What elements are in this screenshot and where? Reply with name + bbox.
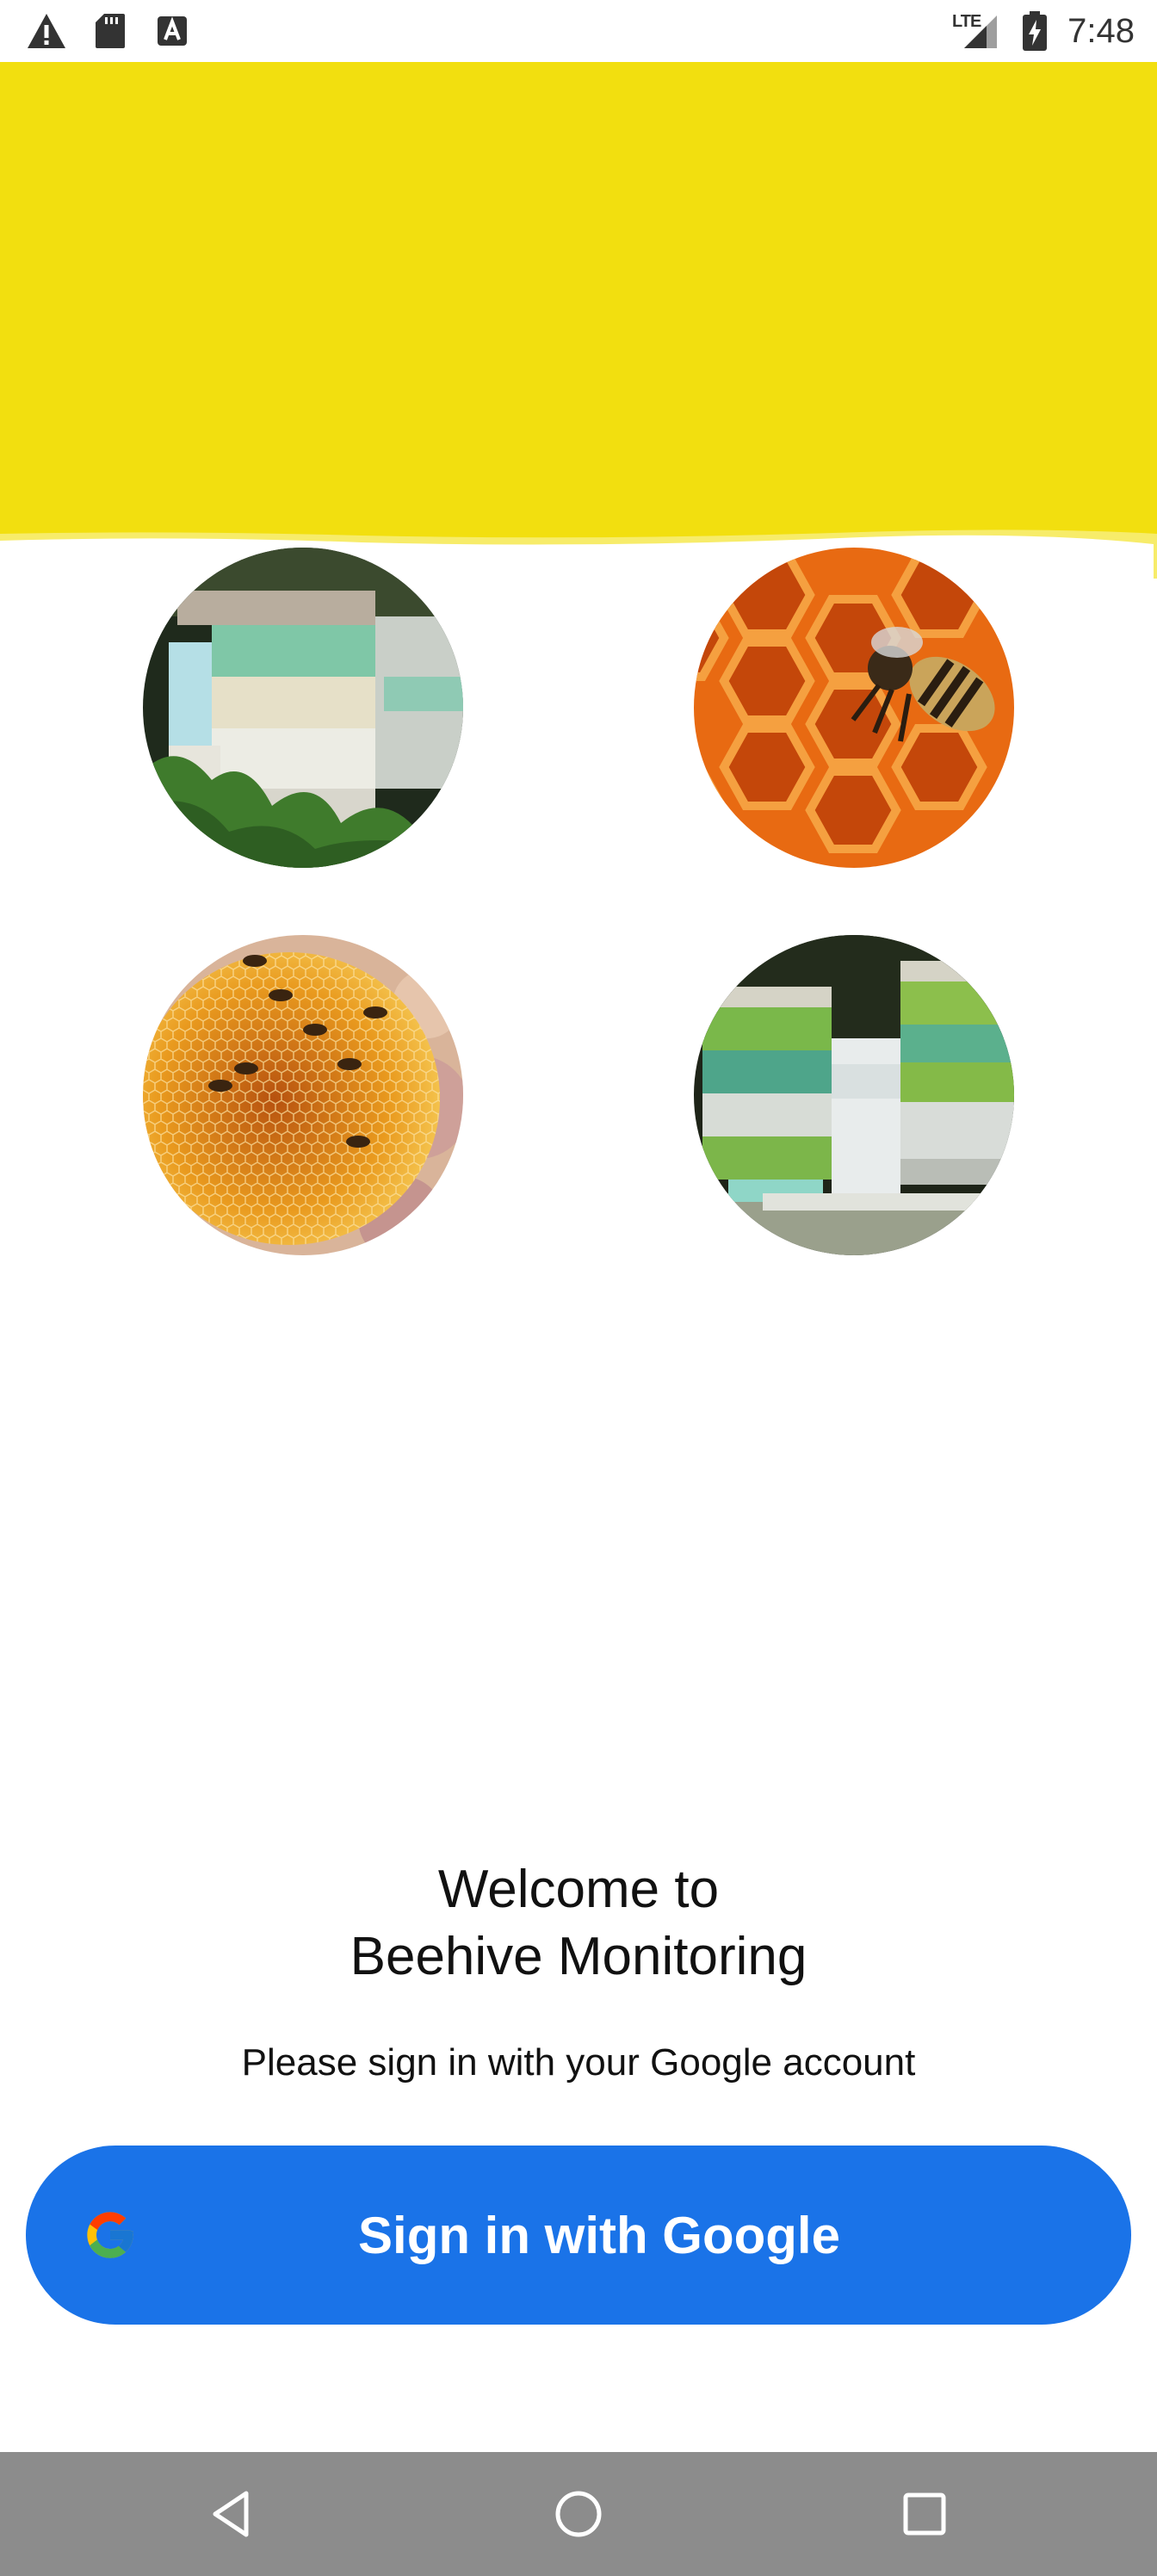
- header-banner: [0, 62, 1157, 579]
- network-type-label: LTE: [952, 12, 981, 31]
- welcome-line-1: Welcome to: [437, 1860, 720, 1919]
- battery-charging-icon: [1019, 10, 1050, 52]
- status-bar: LTE 7:48: [0, 0, 1157, 62]
- bee-on-honeycomb-photo: [694, 548, 1014, 868]
- back-icon[interactable]: [191, 2473, 274, 2555]
- app-name: Beehive Monitoring: [350, 1927, 807, 1986]
- sd-card-icon: [90, 10, 131, 52]
- login-screen: LTE 7:48 Welcome to Beehive Monitoring P…: [0, 0, 1157, 2576]
- google-sign-in-button[interactable]: Sign in with Google: [26, 2146, 1131, 2325]
- honeycomb-with-bees-photo: [143, 935, 463, 1255]
- signal-icon: LTE: [950, 10, 1002, 52]
- welcome-heading: Welcome to Beehive Monitoring: [0, 1856, 1157, 1991]
- text-icon: [152, 10, 193, 52]
- sign-in-button-label: Sign in with Google: [358, 2206, 840, 2264]
- recents-icon[interactable]: [883, 2473, 966, 2555]
- colorful-hives-photo: [694, 935, 1014, 1255]
- home-icon[interactable]: [537, 2473, 620, 2555]
- system-navigation-bar: [0, 2452, 1157, 2576]
- clock-time: 7:48: [1067, 11, 1135, 50]
- sign-in-instructions: Please sign in with your Google account: [241, 2041, 916, 2084]
- warning-icon: [24, 10, 69, 52]
- beehive-boxes-photo: [143, 548, 463, 868]
